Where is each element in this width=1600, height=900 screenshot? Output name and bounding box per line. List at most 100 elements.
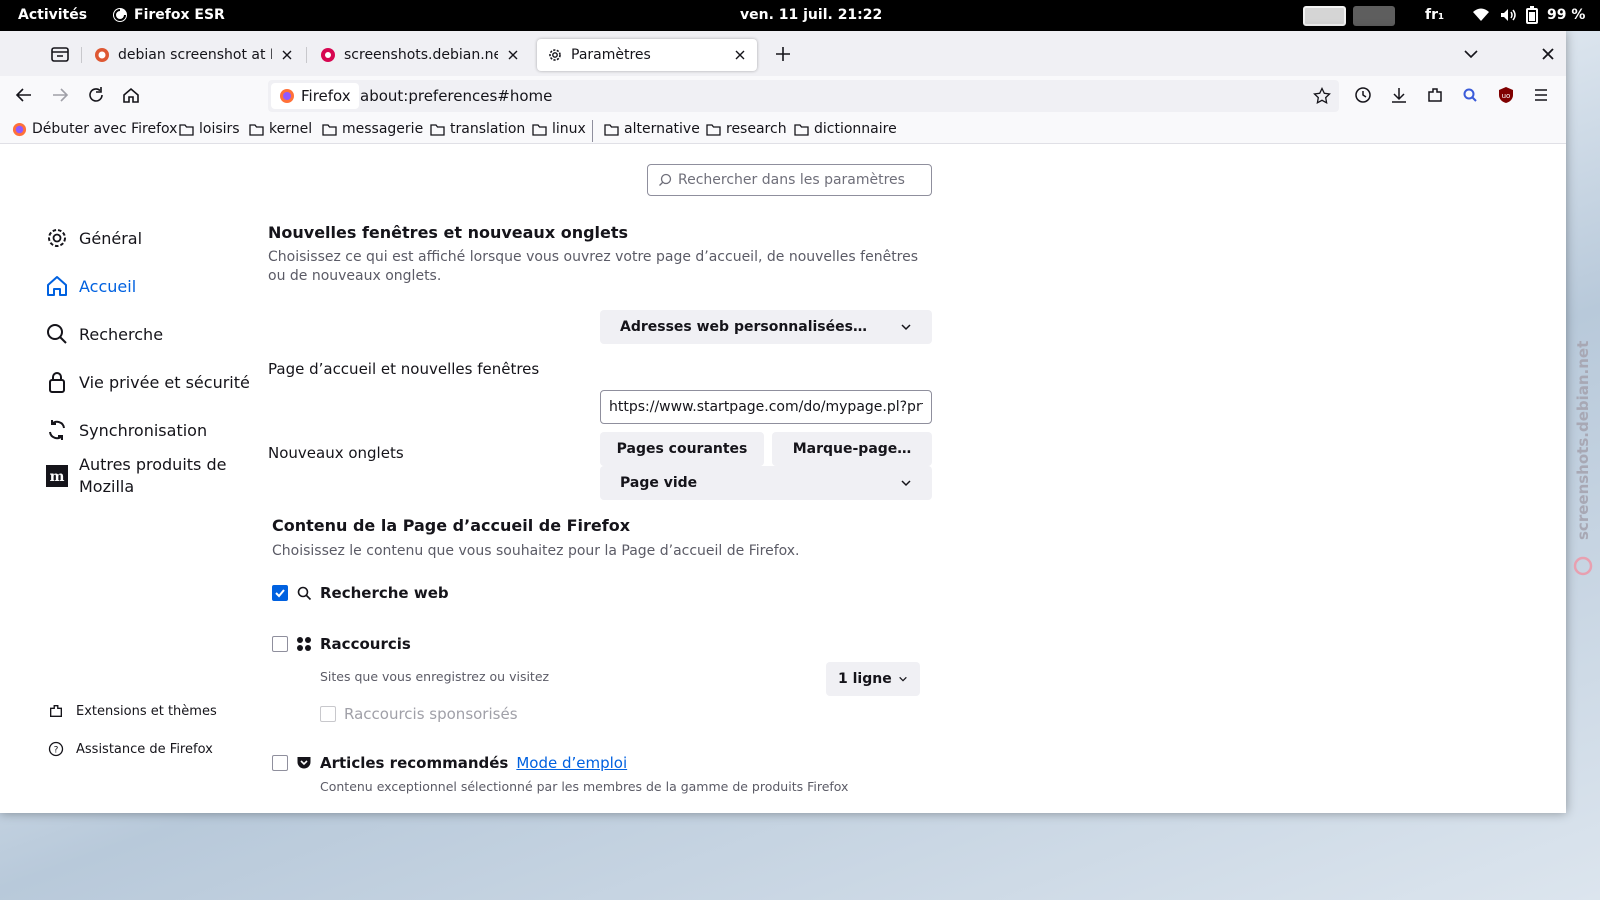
home-icon[interactable] xyxy=(121,85,141,105)
newtabs-label: Nouveaux onglets xyxy=(268,444,404,462)
folder-icon xyxy=(794,123,809,136)
bookmark-label: Débuter avec Firefox xyxy=(32,121,178,137)
workspace-1[interactable] xyxy=(1303,6,1346,26)
dropdown-value: 1 ligne xyxy=(838,671,892,687)
recommended-stories-option[interactable]: Articles recommandés Mode d’emploi xyxy=(272,754,627,772)
folder-icon xyxy=(179,123,194,136)
learn-more-link[interactable]: Mode d’emploi xyxy=(516,754,627,772)
reload-icon[interactable] xyxy=(86,85,106,105)
activities-button[interactable]: Activités xyxy=(18,7,87,23)
gear-icon xyxy=(48,229,66,247)
wifi-icon xyxy=(1473,8,1489,21)
bookmark-star-icon[interactable] xyxy=(1313,87,1331,105)
checkmark-icon xyxy=(275,589,285,598)
bookmark-folder[interactable]: linux xyxy=(532,121,586,137)
extensions-icon xyxy=(50,705,62,717)
sponsored-shortcuts-label: Raccourcis sponsorisés xyxy=(344,705,518,723)
tab-list-icon[interactable] xyxy=(48,44,72,64)
forward-icon[interactable] xyxy=(50,85,70,105)
extensions-icon[interactable] xyxy=(1426,86,1444,104)
recommended-stories-checkbox[interactable] xyxy=(272,755,288,771)
bookmark-folder[interactable]: loisirs xyxy=(179,121,240,137)
preferences-page: Rechercher dans les paramètres Général A… xyxy=(0,144,1566,813)
category-label: Général xyxy=(79,228,143,248)
sponsored-shortcuts-checkbox[interactable] xyxy=(320,706,336,722)
tab-screenshots-debian[interactable]: screenshots.debian.net xyxy=(310,39,530,71)
home-icon xyxy=(47,276,67,296)
section-description-home-content: Choisissez le contenu que vous souhaitez… xyxy=(272,543,800,559)
back-icon[interactable] xyxy=(14,85,34,105)
new-tab-icon[interactable] xyxy=(774,45,792,63)
clock[interactable]: ven. 11 juil. 21:22 xyxy=(740,7,882,23)
bookmark-folder[interactable]: alternative xyxy=(604,121,700,137)
bookmark-folder[interactable]: kernel xyxy=(249,121,312,137)
tab-settings[interactable]: Paramètres xyxy=(537,39,757,71)
bookmark-folder[interactable]: research xyxy=(706,121,787,137)
bookmarks-toolbar: Débuter avec Firefox loisirs kernel mess… xyxy=(0,116,1566,144)
sponsored-shortcuts-option[interactable]: Raccourcis sponsorisés xyxy=(320,705,518,723)
shortcuts-rows-dropdown[interactable]: 1 ligne xyxy=(826,662,920,696)
chevron-down-icon[interactable] xyxy=(1463,46,1479,62)
system-status-menu[interactable]: 99 % xyxy=(1472,6,1585,24)
homepage-url-input[interactable] xyxy=(600,390,932,424)
close-icon[interactable] xyxy=(506,48,520,62)
category-label: Vie privée et sécurité xyxy=(79,372,250,392)
recommended-stories-label: Articles recommandés xyxy=(320,754,509,772)
history-icon[interactable] xyxy=(1354,86,1372,104)
shortcuts-description: Sites que vous enregistrez ou visitez xyxy=(320,669,550,684)
help-icon: ? xyxy=(48,741,64,757)
tab-separator xyxy=(81,47,82,63)
close-icon[interactable] xyxy=(733,48,747,62)
category-home[interactable]: Accueil xyxy=(45,274,136,298)
window-close-icon[interactable] xyxy=(1540,46,1556,62)
firefox-icon xyxy=(113,8,127,22)
use-current-pages-button[interactable]: Pages courantes xyxy=(600,432,764,466)
workspace-2[interactable] xyxy=(1353,6,1395,26)
category-label: Accueil xyxy=(79,276,137,296)
shortcuts-label: Raccourcis xyxy=(320,635,411,653)
keyboard-layout-indicator[interactable]: fr₁ xyxy=(1425,7,1444,23)
settings-search-input[interactable]: Rechercher dans les paramètres xyxy=(647,164,932,196)
bookmark-folder[interactable]: translation xyxy=(430,121,525,137)
download-icon[interactable] xyxy=(1390,86,1408,104)
tab-separator xyxy=(306,47,307,63)
screenshots-watermark: screenshots.debian.net xyxy=(1573,341,1593,576)
tab-strip: debian screenshot at DuckDuckGo screensh… xyxy=(0,31,1566,76)
shortcuts-checkbox[interactable] xyxy=(272,636,288,652)
category-label: Autres produits de Mozilla xyxy=(79,455,227,496)
identity-box[interactable]: Firefox xyxy=(271,83,359,109)
close-icon[interactable] xyxy=(280,48,294,62)
category-privacy[interactable]: Vie privée et sécurité xyxy=(45,370,250,394)
firefox-support-link[interactable]: ? Assistance de Firefox xyxy=(48,741,213,757)
navigation-toolbar: Firefox about:preferences#home uo xyxy=(0,76,1566,116)
tab-duckduckgo[interactable]: debian screenshot at DuckDuckGo xyxy=(84,39,304,71)
folder-icon xyxy=(249,123,264,136)
bookmark-folder[interactable]: messagerie xyxy=(322,121,423,137)
newtabs-dropdown[interactable]: Page vide xyxy=(600,466,932,500)
category-sync[interactable]: Synchronisation xyxy=(45,418,207,442)
ublock-origin-icon[interactable]: uo xyxy=(1497,86,1515,104)
app-name: Firefox ESR xyxy=(134,7,225,23)
use-bookmark-button[interactable]: Marque-page… xyxy=(772,432,932,466)
homepage-mode-dropdown[interactable]: Adresses web personnalisées… xyxy=(600,310,932,344)
pocket-icon xyxy=(297,757,311,769)
extensions-themes-link[interactable]: Extensions et thèmes xyxy=(48,703,217,719)
category-search[interactable]: Recherche xyxy=(45,322,163,346)
folder-icon xyxy=(532,123,547,136)
search-extension-icon[interactable] xyxy=(1461,86,1479,104)
category-mozilla[interactable]: m Autres produits de Mozilla xyxy=(45,454,235,498)
hamburger-menu-icon[interactable] xyxy=(1532,86,1550,104)
bookmark-folder[interactable]: dictionnaire xyxy=(794,121,897,137)
app-menu[interactable]: Firefox ESR xyxy=(112,7,225,23)
url-text[interactable]: about:preferences#home xyxy=(360,87,552,105)
search-icon xyxy=(47,324,67,344)
bookmark-label: loisirs xyxy=(199,121,240,137)
identity-label: Firefox xyxy=(301,87,351,105)
web-search-option[interactable]: Recherche web xyxy=(272,584,449,602)
bookmark-item[interactable]: Débuter avec Firefox xyxy=(12,121,177,137)
shortcuts-option[interactable]: Raccourcis xyxy=(272,635,411,653)
battery-percentage: 99 % xyxy=(1547,7,1586,23)
web-search-checkbox[interactable] xyxy=(272,585,288,601)
category-general[interactable]: Général xyxy=(45,226,142,250)
url-bar[interactable]: Firefox about:preferences#home xyxy=(268,80,1339,112)
